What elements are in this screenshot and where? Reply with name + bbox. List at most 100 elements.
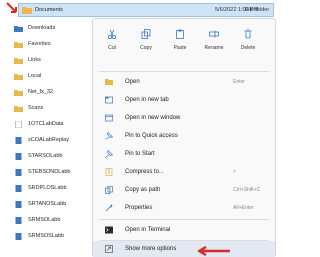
more-options-icon — [105, 245, 113, 253]
document-icon — [15, 137, 22, 144]
menu-item-label: Pin to Start — [125, 151, 155, 157]
delete-button[interactable]: Delete — [235, 25, 261, 65]
menu-item-compress[interactable]: Compress to... > — [93, 164, 275, 180]
list-item-label: Net_fx_32 — [28, 89, 54, 95]
list-item-label: STEBSONDLabb — [28, 169, 71, 175]
new-window-icon — [105, 114, 113, 122]
red-arrow-icon — [197, 246, 230, 256]
list-item[interactable]: Local — [12, 70, 92, 82]
rename-label: Rename — [204, 45, 224, 51]
list-item-label: Favorites — [28, 41, 51, 47]
menu-item-label: Show more options — [125, 246, 177, 252]
list-item[interactable]: Downloads — [12, 22, 92, 34]
folder-icon — [14, 26, 23, 32]
list-item-label: SRTANOSLabb — [28, 201, 67, 207]
folder-icon — [14, 106, 23, 112]
list-item-label: Local — [28, 73, 42, 79]
menu-item-label: Open in new window — [125, 115, 181, 121]
list-item-label: Scans — [28, 105, 44, 111]
list-item-label: STARSOLabb — [28, 153, 63, 159]
menu-item-open-new-window[interactable]: Open in new window — [93, 110, 275, 126]
list-item[interactable]: Scans — [12, 102, 92, 114]
menu-item-label: Compress to... — [125, 169, 165, 175]
list-item[interactable]: SRTANOSLabb — [12, 198, 92, 210]
menu-item-label: Open — [125, 79, 140, 85]
cut-icon — [108, 29, 116, 39]
list-item[interactable]: sCOALabReplay — [12, 134, 92, 146]
list-item-label: SRDPLOSLabb — [28, 185, 67, 191]
menu-item-open[interactable]: Open Enter — [93, 74, 275, 90]
menu-divider — [99, 219, 269, 220]
delete-icon — [244, 29, 252, 39]
row-type: File folder — [245, 7, 270, 13]
list-item[interactable]: STARSOLabb — [12, 150, 92, 162]
menu-item-shortcut: Ctrl+Shift+C — [233, 187, 261, 193]
menu-divider — [99, 71, 269, 72]
paste-button[interactable]: Paste — [167, 25, 193, 65]
list-item-label: 1OTCLabData — [28, 121, 64, 127]
list-item-label: SRMSOLabb — [28, 217, 61, 223]
list-item-label: Downloads — [28, 25, 56, 31]
document-icon — [15, 233, 22, 240]
terminal-icon — [105, 226, 113, 234]
copy-path-icon — [105, 186, 113, 194]
list-item[interactable]: SRMSOLabb — [12, 214, 92, 226]
file-explorer-window: Documents 5/6/2022 1:03 PM File folder D… — [0, 0, 276, 257]
selected-folder-row[interactable]: Documents 5/6/2022 1:03 PM File folder — [18, 3, 274, 17]
row-name: Documents — [35, 7, 63, 13]
list-item[interactable]: Favorites — [12, 38, 92, 50]
delete-label: Delete — [240, 45, 256, 51]
menu-item-submenu-chevron: > — [233, 169, 236, 175]
menu-item-label: Copy as path — [125, 187, 161, 193]
document-icon — [15, 201, 22, 208]
menu-item-show-more-options[interactable]: Show more options — [93, 241, 275, 257]
red-arrow-icon — [6, 2, 17, 13]
list-item[interactable]: SRDPLOSLabb — [12, 182, 92, 194]
folder-icon — [14, 74, 23, 80]
folder-icon — [22, 7, 32, 14]
menu-item-label: Open in new tab — [125, 97, 169, 103]
list-item[interactable]: 1OTCLabData — [12, 118, 92, 130]
properties-icon — [105, 204, 113, 212]
list-item[interactable]: Links — [12, 54, 92, 66]
menu-item-open-new-tab[interactable]: Open in new tab — [93, 92, 275, 108]
folder-icon — [14, 58, 23, 64]
cut-label: Cut — [108, 45, 116, 51]
list-item[interactable]: Net_fx_32 — [12, 86, 92, 98]
list-item[interactable]: SRMSOSLabb — [12, 230, 92, 242]
folder-icon — [14, 42, 23, 48]
copy-icon — [141, 29, 151, 39]
rename-button[interactable]: Rename — [201, 25, 227, 65]
menu-item-shortcut: Enter — [233, 79, 245, 85]
copy-label: Copy — [140, 45, 152, 51]
new-tab-icon — [105, 96, 113, 104]
menu-item-pin-start[interactable]: Pin to Start — [93, 146, 275, 162]
document-icon — [15, 153, 22, 160]
list-item[interactable]: STEBSONDLabb — [12, 166, 92, 178]
document-icon — [15, 185, 22, 192]
command-bar: Cut Copy Paste Rename Delete — [93, 19, 275, 69]
pin-icon — [105, 132, 113, 140]
menu-item-pin-quick-access[interactable]: Pin to Quick access — [93, 128, 275, 144]
zip-icon — [105, 168, 113, 176]
cut-button[interactable]: Cut — [99, 25, 125, 65]
paste-label: Paste — [173, 45, 187, 51]
list-item-label: sCOALabReplay — [28, 137, 69, 143]
file-icon — [15, 121, 22, 128]
menu-item-label: Properties — [125, 205, 153, 211]
copy-button[interactable]: Copy — [133, 25, 159, 65]
menu-item-properties[interactable]: Properties Alt+Enter — [93, 200, 275, 216]
rename-icon — [209, 30, 219, 38]
document-icon — [15, 169, 22, 176]
menu-item-label: Open in Terminal — [125, 227, 171, 233]
menu-item-open-terminal[interactable]: Open in Terminal — [93, 222, 275, 238]
document-icon — [15, 217, 22, 224]
menu-item-label: Pin to Quick access — [125, 133, 178, 139]
menu-item-copy-as-path[interactable]: Copy as path Ctrl+Shift+C — [93, 182, 275, 198]
list-item-label: Links — [28, 57, 41, 63]
folder-icon — [14, 90, 23, 96]
list-item-label: SRMSOSLabb — [28, 233, 65, 239]
menu-item-shortcut: Alt+Enter — [233, 205, 254, 211]
pin-icon — [105, 150, 113, 158]
paste-icon — [176, 29, 184, 39]
